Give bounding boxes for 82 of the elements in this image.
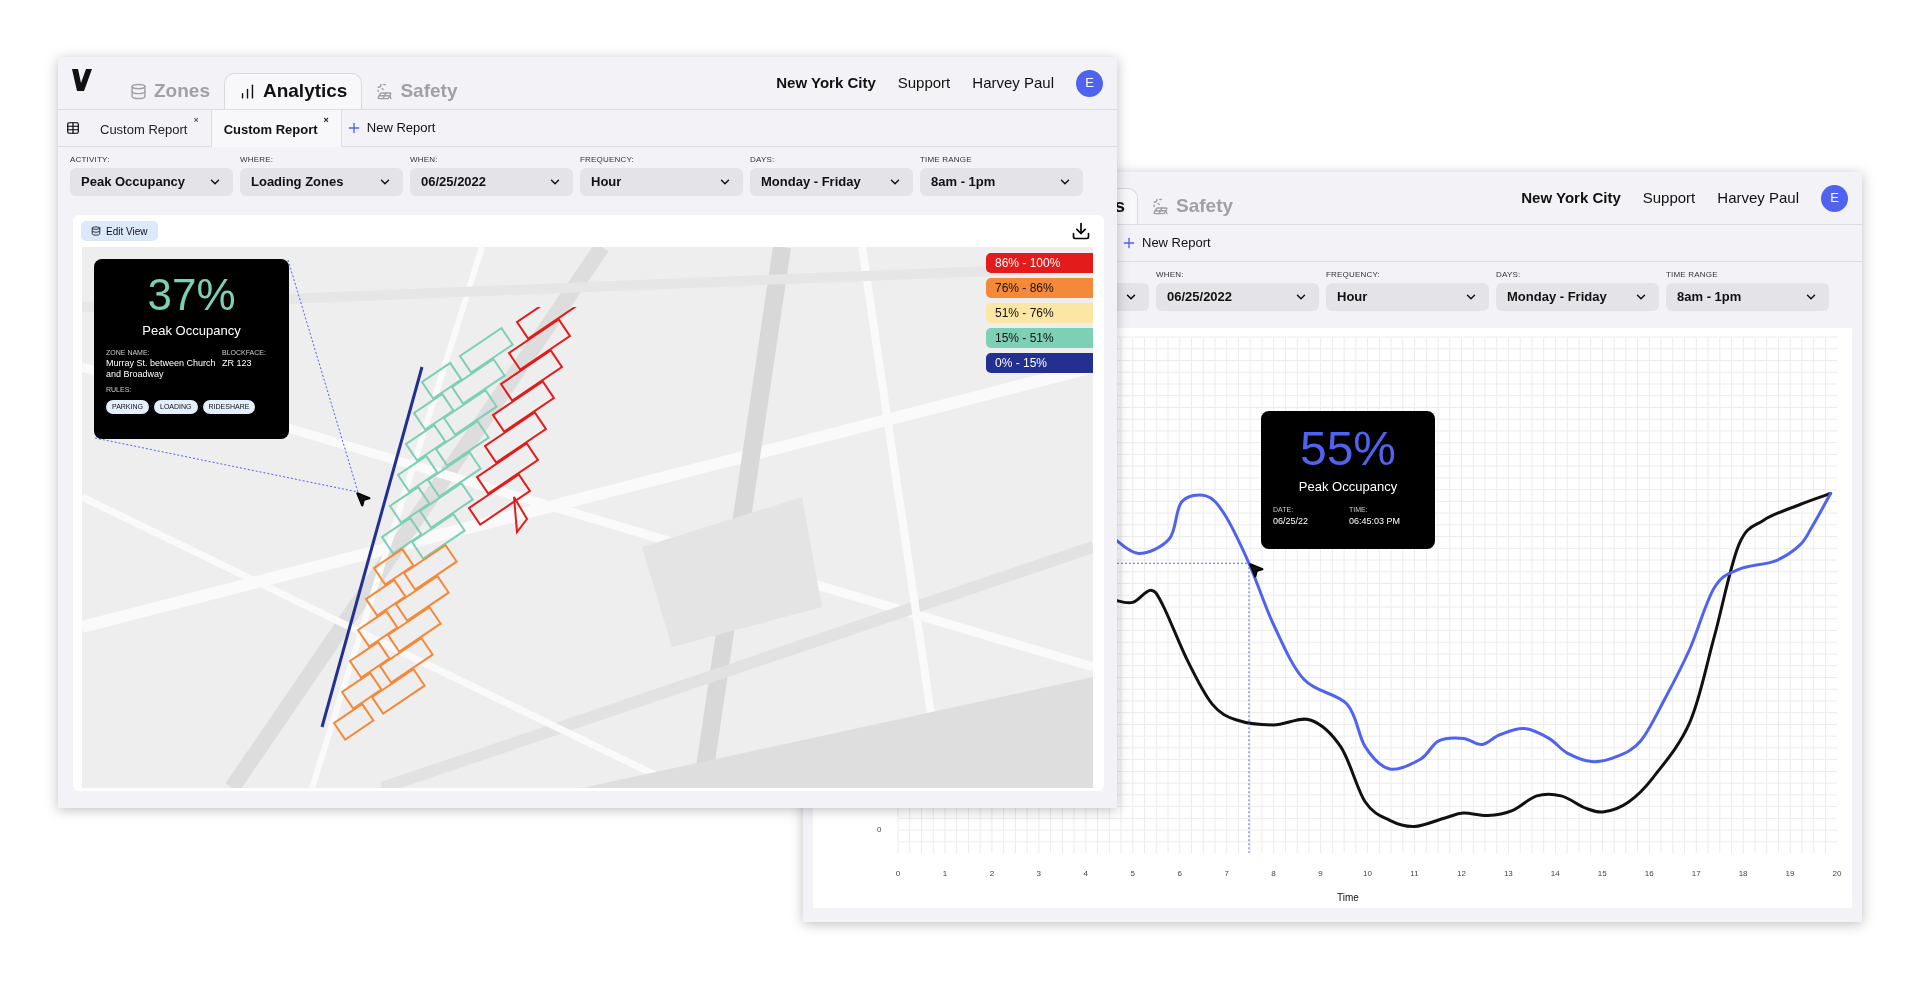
x-tick-label: 1	[942, 868, 948, 880]
download-icon[interactable]	[1071, 221, 1091, 241]
city-link[interactable]: New York City	[776, 71, 876, 95]
dropdown[interactable]: Loading Zones	[240, 168, 403, 196]
support-link[interactable]: Support	[897, 71, 951, 95]
dropdown[interactable]: Monday - Friday	[750, 168, 913, 196]
database-icon	[91, 226, 101, 236]
date-value: 06/25/22	[1273, 515, 1310, 528]
x-tick-label: 20	[1832, 868, 1842, 880]
dropdown[interactable]: Hour	[1326, 283, 1489, 311]
zone-name: Murray St. between Church and Broadway	[106, 358, 216, 380]
legend-item: 0% - 15%	[986, 353, 1093, 373]
x-tick-label: 0	[895, 868, 901, 880]
logo-icon	[72, 69, 92, 91]
occupancy-value: 55%	[1298, 423, 1398, 475]
avatar[interactable]: E	[1076, 69, 1103, 97]
x-tick-label: 19	[1785, 868, 1795, 880]
filter-label: TIME RANGE	[920, 155, 973, 165]
edit-view-button[interactable]: Edit View	[81, 221, 158, 241]
close-button[interactable]: ×	[323, 115, 329, 125]
legend-item: 86% - 100%	[986, 253, 1093, 273]
x-tick-label: 12	[1456, 868, 1466, 880]
x-tick-label: 15	[1597, 868, 1607, 880]
legend-item: 76% - 86%	[986, 278, 1093, 298]
filter-label: WHERE:	[240, 155, 275, 165]
time-value: 06:45:03 PM	[1349, 515, 1401, 528]
y-tick-label: 0	[877, 824, 882, 836]
x-tick-label: 4	[1083, 868, 1088, 880]
cursor-icon	[1246, 561, 1265, 580]
filter-label: DAYS:	[750, 155, 776, 165]
new-report-button[interactable]: New Report	[1121, 233, 1211, 253]
new-report-button[interactable]: New Report	[345, 118, 436, 138]
x-tick-label: 7	[1224, 868, 1229, 880]
nav-tab[interactable]: Analytics	[223, 73, 363, 109]
solar-panel-icon	[1152, 197, 1169, 215]
x-tick-label: 18	[1738, 868, 1748, 880]
cursor-icon	[354, 490, 372, 508]
x-tick-label: 11	[1410, 868, 1419, 880]
x-tick-label: 17	[1691, 868, 1701, 880]
close-button[interactable]: ×	[193, 115, 199, 125]
table-icon	[66, 121, 80, 135]
report-tab[interactable]: Custom Report ×	[88, 109, 211, 147]
database-icon	[130, 82, 147, 100]
x-tick-label: 5	[1130, 868, 1135, 880]
solar-panel-icon	[376, 82, 394, 100]
filter-label: FREQUENCY:	[580, 155, 635, 165]
filter-label: WHEN:	[410, 155, 439, 165]
x-axis-title: Time	[1337, 891, 1359, 905]
blockface-value: ZR 123	[222, 358, 253, 369]
x-tick-label: 10	[1363, 868, 1372, 880]
dropdown[interactable]: 8am - 1pm	[1666, 283, 1829, 311]
filter-label: WHEN:	[1156, 270, 1185, 280]
support-link[interactable]: Support	[1642, 186, 1696, 210]
filter-label: DAYS:	[1496, 270, 1522, 280]
filter-label: TIME RANGE	[1666, 270, 1719, 280]
user-name[interactable]: Harvey Paul	[972, 71, 1054, 95]
x-tick-label: 8	[1271, 868, 1276, 880]
occupancy-value: 37%	[146, 271, 237, 319]
dropdown[interactable]: Peak Occupancy	[70, 168, 233, 196]
filter-label: FREQUENCY:	[1326, 270, 1381, 280]
dropdown[interactable]: 8am - 1pm	[920, 168, 1083, 196]
x-tick-label: 3	[1036, 868, 1042, 880]
x-tick-label: 2	[989, 868, 995, 880]
occupancy-label: Peak Occupancy	[1297, 478, 1399, 496]
dropdown[interactable]: Monday - Friday	[1496, 283, 1659, 311]
x-tick-label: 16	[1644, 868, 1654, 880]
filter-label: ACTIVITY:	[70, 155, 111, 165]
report-tab[interactable]: Custom Report ×	[210, 109, 342, 147]
dropdown[interactable]: 06/25/2022	[410, 168, 573, 196]
dropdown[interactable]: 06/25/2022	[1156, 283, 1319, 311]
plus-icon	[1121, 235, 1137, 251]
dropdown[interactable]: Hour	[580, 168, 743, 196]
x-tick-label: 14	[1550, 868, 1560, 880]
occupancy-label: Peak Occupancy	[141, 322, 242, 340]
x-tick-label: 9	[1318, 868, 1323, 880]
legend-item: 15% - 51%	[986, 328, 1093, 348]
x-tick-label: 6	[1177, 868, 1182, 880]
user-name[interactable]: Harvey Paul	[1717, 186, 1799, 210]
legend-item: 51% - 76%	[986, 303, 1093, 323]
x-tick-label: 13	[1503, 868, 1513, 880]
city-link[interactable]: New York City	[1521, 186, 1621, 210]
avatar[interactable]: E	[1821, 184, 1848, 212]
